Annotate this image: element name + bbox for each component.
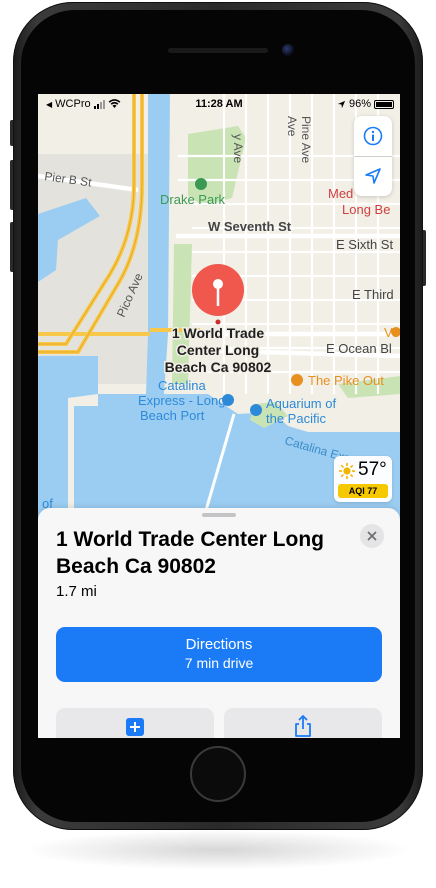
poi-catalina-1[interactable]: Catalina bbox=[158, 378, 206, 393]
street-label-e-sixth: E Sixth St bbox=[336, 237, 393, 252]
directions-button[interactable]: Directions 7 min drive bbox=[56, 627, 382, 682]
location-services-icon bbox=[337, 100, 346, 108]
battery-percent: 96% bbox=[348, 98, 371, 110]
pin-label-line-2: Center Long bbox=[177, 342, 259, 358]
poi-drake-park[interactable]: Drake Park bbox=[160, 192, 226, 207]
status-bar: ◀ WCPro 11:28 AM 96% bbox=[38, 94, 400, 114]
pin-anchor bbox=[215, 319, 221, 325]
phone-shadow bbox=[22, 830, 414, 870]
street-label-y-ave: y Ave bbox=[231, 134, 245, 163]
street-label-ave: Ave bbox=[285, 116, 299, 137]
shopping-bag-icon bbox=[291, 374, 303, 386]
location-arrow-icon bbox=[365, 168, 381, 184]
street-label-e-ocean: E Ocean Bl bbox=[326, 341, 392, 356]
poi-aquarium-1[interactable]: Aquarium of bbox=[266, 396, 336, 411]
street-label-w-seventh: W Seventh St bbox=[208, 219, 292, 234]
earpiece-speaker bbox=[168, 48, 268, 53]
pin-dot bbox=[213, 279, 223, 289]
close-icon bbox=[367, 531, 377, 541]
fish-icon bbox=[250, 404, 262, 416]
tree-icon bbox=[195, 178, 207, 190]
sheet-grabber[interactable] bbox=[202, 513, 236, 517]
front-camera bbox=[282, 44, 294, 56]
poi-catalina-2[interactable]: Express - Long bbox=[138, 393, 225, 408]
river-channel bbox=[146, 94, 170, 394]
pin-label-line-3: Beach Ca 90802 bbox=[165, 359, 272, 375]
screen: Pier B St Pico Ave W Seventh St E Sixth … bbox=[38, 94, 400, 738]
place-distance: 1.7 mi bbox=[56, 583, 97, 600]
info-icon bbox=[363, 126, 383, 146]
directions-eta: 7 min drive bbox=[184, 655, 254, 671]
battery-icon bbox=[374, 99, 394, 109]
street-label-pine: Pine Ave bbox=[299, 116, 313, 163]
poi-medical[interactable]: Med bbox=[328, 186, 353, 201]
share-button[interactable] bbox=[224, 708, 382, 738]
pin-label-line-1: 1 World Trade bbox=[172, 325, 265, 341]
street-label-e-third: E Third bbox=[352, 287, 394, 302]
harbor-water-left-3 bbox=[74, 406, 102, 524]
home-button[interactable] bbox=[190, 746, 246, 802]
add-icon bbox=[126, 718, 144, 736]
add-button[interactable] bbox=[56, 708, 214, 738]
info-button[interactable] bbox=[354, 116, 392, 156]
poi-long-beach[interactable]: Long Be bbox=[342, 202, 390, 217]
place-title: 1 World Trade Center Long Beach Ca 90802 bbox=[56, 528, 324, 578]
poi-vo[interactable]: Vo bbox=[384, 325, 399, 340]
weather-temperature: 57° bbox=[358, 459, 387, 480]
status-right: 96% bbox=[337, 98, 394, 110]
close-button[interactable] bbox=[360, 524, 384, 548]
poi-pike-outlets[interactable]: The Pike Out bbox=[308, 373, 384, 388]
directions-label: Directions bbox=[185, 636, 253, 653]
share-icon bbox=[295, 715, 311, 737]
map-controls bbox=[354, 116, 392, 196]
poi-aquarium-2[interactable]: the Pacific bbox=[266, 411, 326, 426]
phone-frame: Pier B St Pico Ave W Seventh St E Sixth … bbox=[0, 0, 436, 888]
poi-catalina-3[interactable]: Beach Port bbox=[140, 408, 205, 423]
pin-label: 1 World Trade Center Long Beach Ca 90802 bbox=[163, 324, 273, 377]
weather-widget[interactable]: 57° AQI 77 bbox=[334, 456, 392, 502]
sun-icon bbox=[339, 463, 355, 479]
aqi-badge: AQI 77 bbox=[338, 484, 388, 498]
locate-me-button[interactable] bbox=[354, 156, 392, 196]
place-card: 1 World Trade Center Long Beach Ca 90802… bbox=[38, 508, 400, 738]
